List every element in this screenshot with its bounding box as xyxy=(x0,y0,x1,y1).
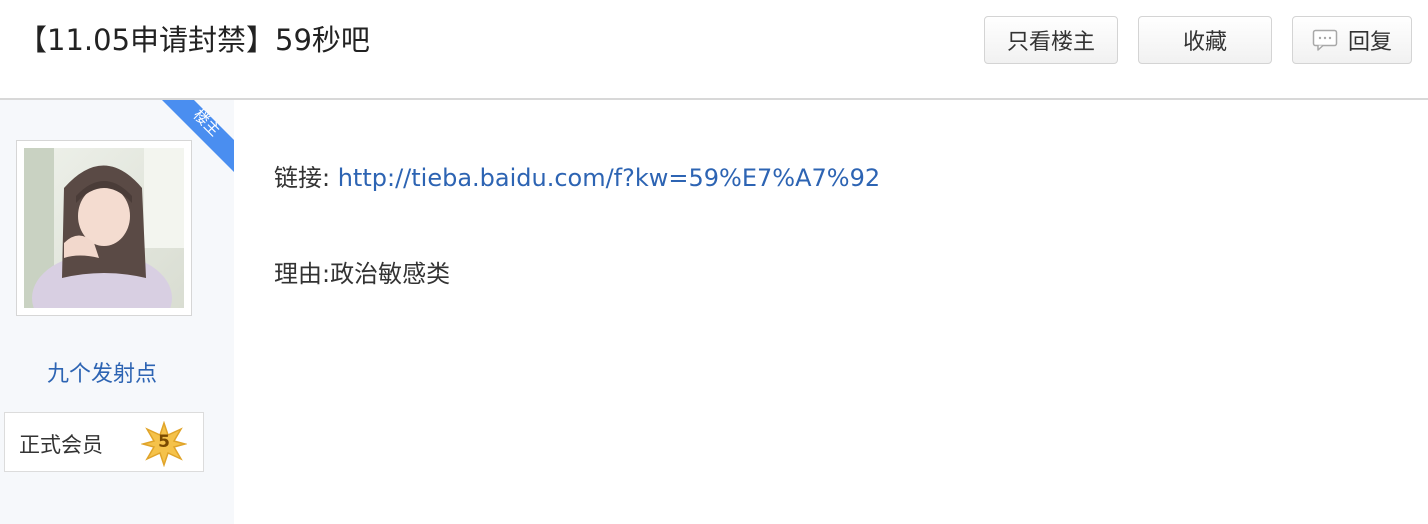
member-level-box: 正式会员 5 xyxy=(4,412,204,472)
only-author-label: 只看楼主 xyxy=(1006,30,1095,55)
avatar-image xyxy=(24,148,184,343)
post-reason: 理由:政治敏感类 xyxy=(274,260,451,288)
link-label: 链接: xyxy=(274,164,338,192)
reply-button[interactable]: 回复 xyxy=(1292,16,1412,64)
member-title: 正式会员 xyxy=(19,433,103,457)
thread-header: 【11.05申请封禁】59秒吧 只看楼主 收藏 回复 xyxy=(0,0,1428,100)
level-star-icon: 5 xyxy=(140,420,188,468)
thread-title: 【11.05申请封禁】59秒吧 xyxy=(18,23,370,57)
post-link[interactable]: http://tieba.baidu.com/f?kw=59%E7%A7%92 xyxy=(338,164,880,192)
favorite-button[interactable]: 收藏 xyxy=(1138,16,1272,64)
post-link-row: 链接: http://tieba.baidu.com/f?kw=59%E7%A7… xyxy=(274,158,880,193)
favorite-label: 收藏 xyxy=(1182,30,1227,55)
author-name-link[interactable]: 九个发射点 xyxy=(0,356,204,388)
only-author-button[interactable]: 只看楼主 xyxy=(984,16,1118,64)
reply-label: 回复 xyxy=(1347,30,1392,55)
level-number: 5 xyxy=(158,432,170,452)
comment-icon xyxy=(1312,29,1338,51)
avatar[interactable] xyxy=(16,140,192,343)
